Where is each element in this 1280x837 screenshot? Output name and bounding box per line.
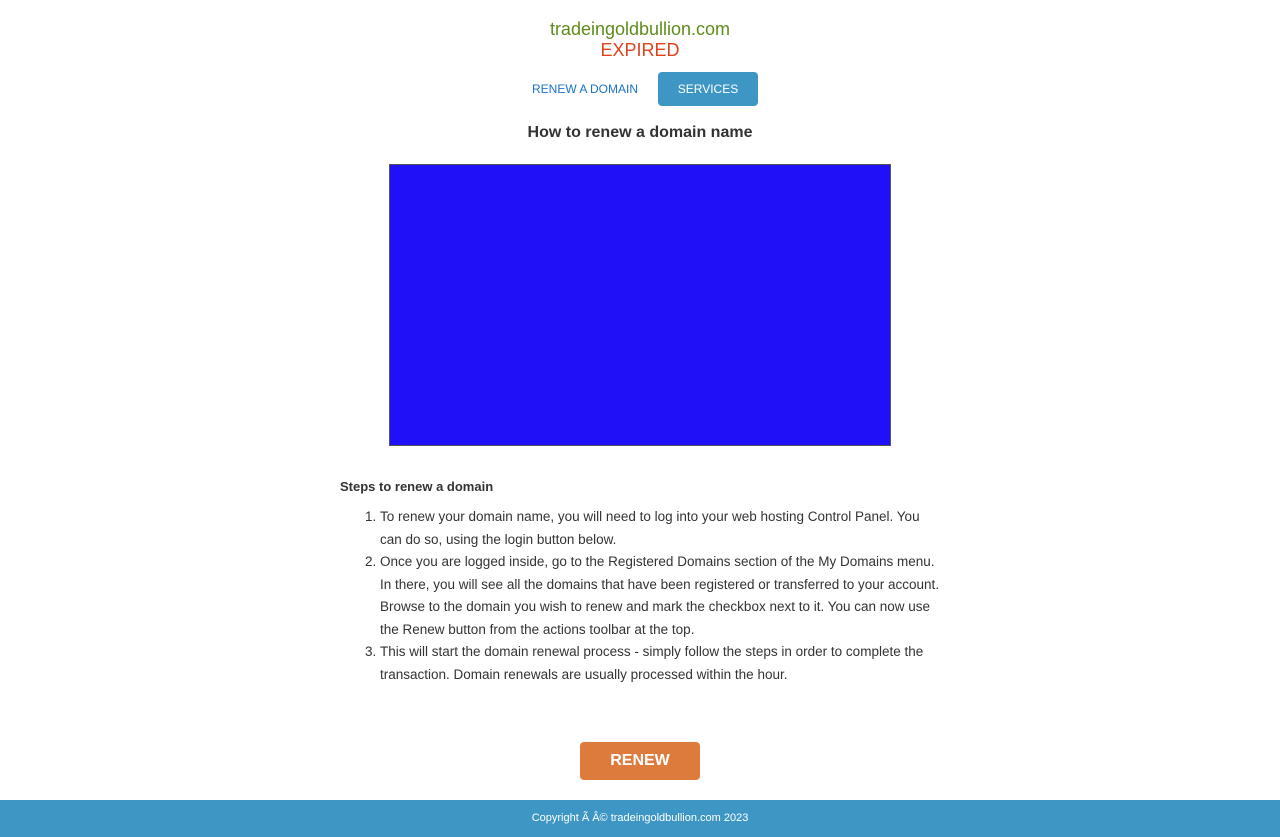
page: tradeingoldbullion.com EXPIRED RENEW A D… [0,0,1280,837]
list-item: To renew your domain name, you will need… [380,506,940,551]
video-placeholder[interactable] [389,164,891,446]
steps-list: To renew your domain name, you will need… [340,506,940,686]
page-title: How to renew a domain name [527,124,753,141]
renew-button[interactable]: RENEW [580,742,700,780]
footer: Copyright Ã Â© tradeingoldbullion.com 20… [0,800,1280,837]
services-button[interactable]: SERVICES [658,72,758,106]
steps-section: Steps to renew a domain To renew your do… [340,478,940,686]
header: tradeingoldbullion.com EXPIRED [0,0,1280,61]
renew-domain-link[interactable]: RENEW A DOMAIN [522,72,648,106]
domain-status: EXPIRED [600,40,680,60]
steps-title: Steps to renew a domain [340,479,494,494]
domain-name: tradeingoldbullion.com [549,19,731,39]
nav-bar: RENEW A DOMAIN SERVICES [0,72,1280,106]
list-item: This will start the domain renewal proce… [380,641,940,686]
copyright-text: Copyright Ã Â© tradeingoldbullion.com 20… [531,812,749,824]
list-item: Once you are logged inside, go to the Re… [380,551,940,641]
